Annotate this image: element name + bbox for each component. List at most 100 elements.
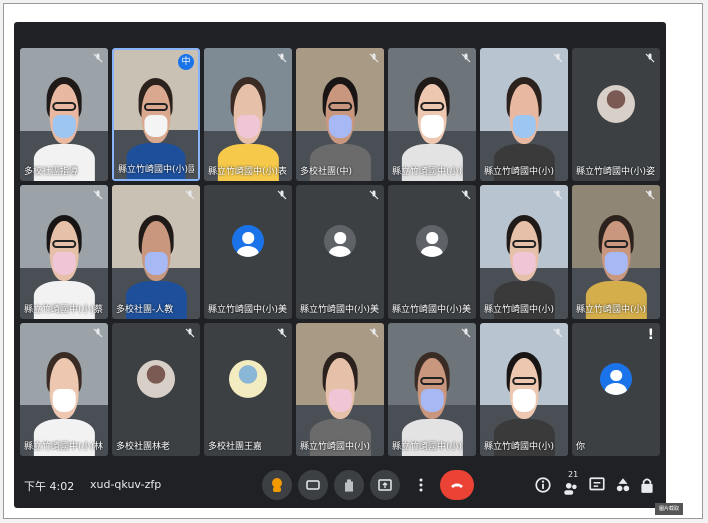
participant-tile[interactable]: 縣立竹崎國中(小) [480, 322, 568, 456]
video-feed [112, 185, 200, 319]
participant-name: 多校社團-人教 [116, 304, 174, 315]
default-avatar-icon [416, 225, 448, 258]
mic-off-icon [277, 53, 287, 63]
participant-tile[interactable]: ! 你 [572, 322, 660, 456]
participant-tile[interactable]: 縣立竹崎國中(小)美 [388, 185, 476, 319]
chat-icon [589, 477, 605, 491]
participant-name: 縣立竹崎國中(小)美 [300, 304, 380, 315]
footer-stamp: 圖片截取 [655, 503, 683, 515]
activities-button[interactable] [612, 472, 634, 498]
speaking-badge: 中 [178, 54, 194, 70]
more-options-button[interactable] [406, 470, 436, 500]
mic-off-icon [369, 53, 379, 63]
participant-name: 縣立竹崎國中(小) [576, 304, 647, 315]
video-feed [480, 322, 568, 456]
participant-tile[interactable]: 縣立竹崎國中(小) [480, 48, 568, 182]
participant-name: 縣立竹崎國中(小) [484, 304, 555, 315]
mic-off-icon [185, 190, 195, 200]
lock-icon [641, 478, 653, 493]
activities-icon [616, 478, 630, 492]
meeting-code[interactable]: xud-qkuv-zfp [90, 478, 161, 491]
mic-off-icon [93, 190, 103, 200]
default-avatar-icon [324, 225, 356, 258]
mic-off-icon [277, 190, 287, 200]
captions-button[interactable] [298, 470, 328, 500]
video-feed [296, 322, 384, 456]
mic-off-icon [461, 190, 471, 200]
participant-count: 21 [568, 470, 579, 479]
participant-name: 縣立竹崎國中(小) [484, 167, 555, 178]
participant-tile[interactable]: 縣立竹崎國中(小)林 [20, 322, 108, 456]
bottom-bar: 下午 4:02 xud-qkuv-zfp 21 [14, 464, 666, 508]
participant-tile[interactable]: 縣立竹崎國中(小) [388, 322, 476, 456]
participant-name: 縣立竹崎國中(小)林 [24, 441, 104, 452]
mic-off-icon [645, 190, 655, 200]
mic-off-icon [461, 328, 471, 338]
scanned-page: 多校社團指導中縣立竹崎國中(小)國 縣立竹崎國中(小)表 多校社團(中) 縣立竹崎國中… [3, 3, 703, 519]
participant-name: 縣立竹崎國中(小)美 [392, 304, 472, 315]
participant-tile[interactable]: 多校社團(中) [296, 48, 384, 182]
meet-window: 多校社團指導中縣立竹崎國中(小)國 縣立竹崎國中(小)表 多校社團(中) 縣立竹崎國中… [14, 22, 666, 508]
participant-tile[interactable]: 縣立竹崎國中(小)姿 [572, 48, 660, 182]
participant-name: 多校社團指導 [24, 167, 79, 178]
mic-off-icon [277, 328, 287, 338]
default-avatar-icon [232, 225, 264, 258]
participant-tile[interactable]: 縣立竹崎國中(小)蔡 [20, 185, 108, 319]
mic-off-icon [93, 53, 103, 63]
video-feed [480, 48, 568, 182]
video-feed [388, 48, 476, 182]
participant-name: 縣立竹崎國中(小)美 [208, 304, 288, 315]
participant-name: 縣立竹崎國中(小)國 [118, 165, 194, 176]
participant-tile[interactable]: 縣立竹崎國中(小) [572, 185, 660, 319]
participant-name: 多校社團林老 [116, 441, 171, 452]
video-feed [204, 48, 292, 182]
participant-tile[interactable]: 縣立竹崎國中(小) [480, 185, 568, 319]
participant-name: 多校社團王嘉 [208, 441, 263, 452]
end-call-button[interactable] [440, 470, 474, 500]
chat-button[interactable] [586, 472, 608, 498]
video-feed [20, 185, 108, 319]
present-button[interactable] [370, 470, 400, 500]
profile-photo [137, 359, 175, 398]
end-call-icon [451, 483, 463, 488]
raise-hand-button[interactable] [334, 470, 364, 500]
video-feed [480, 185, 568, 319]
participant-tile[interactable]: 縣立竹崎國中(小)美 [204, 185, 292, 319]
participant-tile[interactable]: 縣立竹崎國中(小) [296, 322, 384, 456]
participant-tile[interactable]: 多校社團指導 [20, 48, 108, 182]
participant-tile[interactable]: 中縣立竹崎國中(小)國 [112, 48, 200, 182]
mic-off-icon [553, 328, 563, 338]
participant-tile[interactable]: 縣立竹崎國中(小)美 [296, 185, 384, 319]
video-feed [20, 322, 108, 456]
hand-raised-icon[interactable] [262, 470, 292, 500]
people-button[interactable]: 21 [560, 470, 582, 498]
participant-tile[interactable]: 多校社團王嘉 [204, 322, 292, 456]
participant-tile[interactable]: 多校社團-人教 [112, 185, 200, 319]
participant-tile[interactable]: 縣立竹崎國中(小) [388, 48, 476, 182]
video-feed [20, 48, 108, 182]
participant-name: 縣立竹崎國中(小) [392, 167, 463, 178]
info-icon [535, 477, 551, 493]
participant-tile[interactable]: 多校社團林老 [112, 322, 200, 456]
clock: 下午 4:02 [24, 480, 75, 493]
participant-name: 縣立竹崎國中(小) [392, 441, 463, 452]
profile-photo [597, 84, 635, 123]
participant-name: 縣立竹崎國中(小)姿 [576, 167, 656, 178]
profile-photo [229, 359, 267, 398]
participant-name: 縣立竹崎國中(小)表 [208, 167, 288, 178]
info-button[interactable] [532, 472, 554, 498]
video-feed [572, 185, 660, 319]
mic-off-icon [553, 53, 563, 63]
video-feed [296, 48, 384, 182]
video-feed [388, 322, 476, 456]
participant-tile[interactable]: 縣立竹崎國中(小)表 [204, 48, 292, 182]
participant-name: 縣立竹崎國中(小)蔡 [24, 304, 104, 315]
more-options-icon [419, 478, 423, 492]
host-controls-button[interactable] [636, 472, 658, 498]
participant-name: 縣立竹崎國中(小) [300, 441, 371, 452]
people-icon [564, 482, 577, 495]
mic-off-icon [369, 328, 379, 338]
mic-off-icon [645, 53, 655, 63]
raise-hand-icon [345, 479, 353, 492]
participant-name: 縣立竹崎國中(小) [484, 441, 555, 452]
